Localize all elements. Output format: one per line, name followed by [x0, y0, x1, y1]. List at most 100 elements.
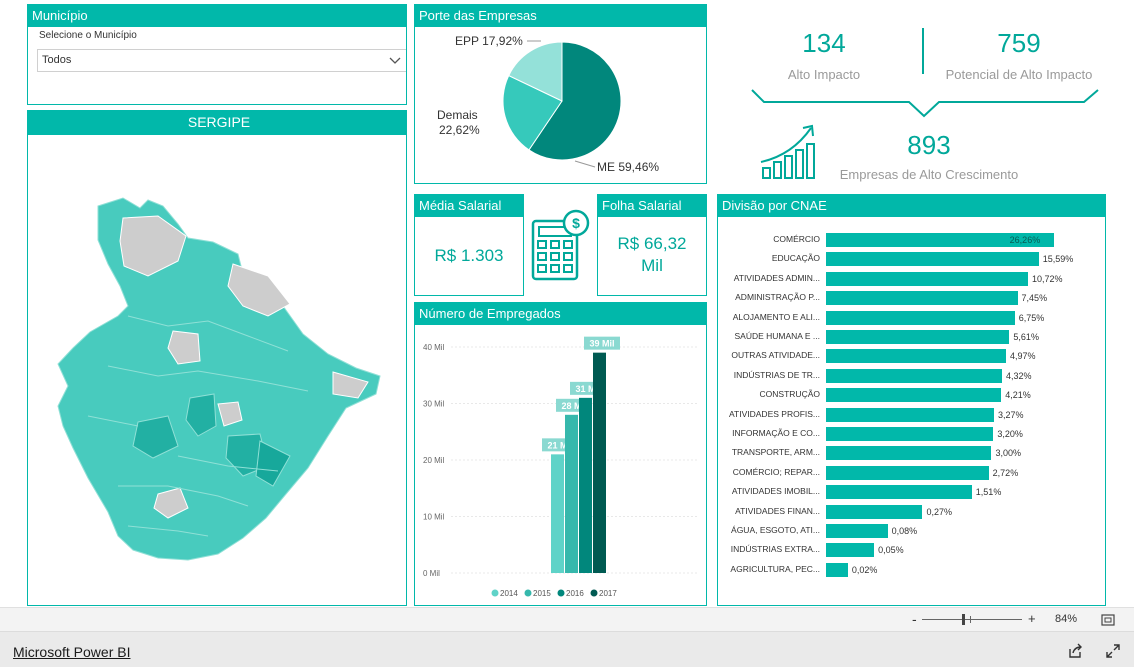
cnae-value-label: 4,97% — [1009, 351, 1036, 362]
porte-pie-chart[interactable]: EPP 17,92% Demais 22,62% ME 59,46% — [415, 27, 707, 184]
cnae-category-label: OUTRAS ATIVIDADE... — [731, 350, 820, 361]
media-salarial-title: Média Salarial — [415, 195, 523, 217]
cnae-category-label: EDUCAÇÃO — [771, 253, 820, 264]
cnae-value-label: 15,59% — [1042, 254, 1074, 265]
cnae-category-label: TRANSPORTE, ARM... — [731, 447, 820, 458]
media-salarial-panel: Média Salarial R$ 1.303 — [414, 194, 524, 296]
sergipe-map[interactable] — [28, 136, 406, 606]
municipio-select-label: Selecione o Município — [39, 30, 137, 41]
cnae-value-label: 6,75% — [1018, 312, 1045, 323]
cnae-bar[interactable] — [826, 427, 994, 441]
cnae-value-label: 0,05% — [878, 545, 904, 556]
cnae-bar[interactable] — [826, 310, 1015, 325]
emp-legend-marker — [590, 589, 598, 597]
zoom-slider[interactable] — [922, 614, 1022, 625]
powerbi-link[interactable]: Microsoft Power BI — [13, 644, 130, 660]
emp-legend-label: 2014 — [500, 589, 518, 598]
cnae-bar[interactable] — [826, 543, 875, 558]
cnae-bar[interactable] — [826, 368, 1002, 383]
potencial-value: 759 — [997, 28, 1041, 58]
emp-legend-marker — [524, 589, 532, 597]
powerbi-bottom-bar: Microsoft Power BI — [0, 631, 1134, 667]
cnae-bar[interactable] — [826, 485, 972, 500]
cnae-bar[interactable] — [826, 446, 992, 461]
municipio-dropdown[interactable]: Todos — [37, 49, 406, 72]
emp-bar-2016[interactable] — [579, 397, 592, 573]
cnae-category-label: CONSTRUÇÃO — [759, 389, 820, 400]
pie-label-demais-pct: 22,62% — [439, 123, 480, 137]
growth-chart-icon — [760, 124, 815, 179]
cnae-value-label: 0,02% — [851, 564, 878, 575]
zoom-out-button[interactable]: - — [912, 611, 917, 627]
pie-label-epp: EPP 17,92% — [455, 34, 523, 48]
cnae-bar[interactable] — [826, 252, 1039, 267]
folha-salarial-value: R$ 66,32 — [617, 234, 687, 253]
empregados-panel: Número de Empregados 0 Mil 10 Mil 20 Mil 30… — [414, 302, 707, 606]
share-icon[interactable] — [1067, 643, 1083, 659]
cnae-value-label: 3,00% — [995, 448, 1022, 459]
cnae-category-label: SAÚDE HUMANA E ... — [734, 331, 821, 341]
zoom-slider-thumb[interactable] — [962, 614, 965, 625]
alto-impacto-label: Alto Impacto — [787, 67, 861, 82]
alto-impacto-value: 134 — [802, 28, 846, 58]
cnae-bar[interactable] — [826, 465, 989, 480]
emp-ytick-label: 40 Mil — [423, 343, 445, 352]
fullscreen-icon[interactable] — [1105, 643, 1121, 659]
emp-data-label: 39 Mil — [589, 339, 614, 349]
cnae-bar[interactable] — [826, 504, 923, 519]
pie-leader-me — [574, 160, 596, 168]
municipio-slicer: Município Selecione o Município Todos — [27, 4, 407, 105]
cnae-category-label: INDÚSTRIAS EXTRA... — [730, 544, 820, 555]
emp-ytick-label: 0 Mil — [423, 569, 440, 578]
emp-legend-label: 2017 — [599, 589, 617, 598]
cnae-category-label: COMÉRCIO — [773, 234, 820, 244]
cnae-bar[interactable] — [826, 524, 888, 538]
cnae-value-label: 3,27% — [997, 409, 1024, 420]
potencial-label: Potencial de Alto Impacto — [945, 67, 1093, 82]
pie-label-demais: Demais — [437, 108, 478, 122]
emp-ytick-label: 20 Mil — [423, 456, 445, 465]
crescimento-value: 893 — [907, 130, 951, 160]
emp-bar-2017[interactable] — [593, 352, 606, 573]
zoom-in-button[interactable]: + — [1028, 611, 1036, 626]
cnae-bar[interactable] — [826, 291, 1018, 306]
cnae-value-label: 5,61% — [1013, 332, 1039, 342]
cnae-bar[interactable] — [826, 330, 1010, 344]
cnae-category-label: AGRICULTURA, PEC... — [730, 563, 820, 574]
zoom-slider-center-tick — [970, 616, 971, 623]
cnae-category-label: ATIVIDADES FINAN... — [735, 505, 820, 516]
cnae-category-label: ALOJAMENTO E ALI... — [732, 311, 820, 322]
emp-legend-label: 2016 — [566, 589, 584, 598]
emp-legend-marker — [557, 589, 565, 597]
cnae-category-label: ATIVIDADES ADMIN... — [733, 272, 820, 283]
cnae-value-label: 26,26% — [1009, 235, 1041, 245]
empregados-bar-chart[interactable]: 0 Mil10 Mil20 Mil30 Mil40 Mil21 Mil28 Mi… — [415, 325, 706, 605]
svg-text:$: $ — [572, 215, 580, 231]
cnae-title: Divisão por CNAE — [718, 195, 1105, 217]
pie-label-me: ME 59,46% — [597, 160, 659, 174]
emp-bar-2015[interactable] — [565, 414, 578, 573]
cnae-category-label: ATIVIDADES PROFIS... — [729, 408, 820, 419]
cnae-value-label: 4,32% — [1005, 370, 1032, 381]
calculator-icon: $ — [531, 209, 590, 281]
cnae-value-label: 1,51% — [975, 487, 1002, 498]
cnae-bar-chart[interactable]: COMÉRCIO 26,26% EDUCAÇÃO 15,59% ATIVIDADES A… — [718, 217, 1105, 605]
cnae-category-label: INFORMAÇÃO E CO... — [732, 428, 820, 438]
crescimento-label: Empresas de Alto Crescimento — [839, 167, 1019, 182]
cnae-bar[interactable] — [826, 388, 1002, 403]
folha-salarial-unit: Mil — [641, 256, 663, 275]
cnae-bar[interactable] — [826, 407, 994, 422]
cnae-category-label: INDÚSTRIAS DE TR... — [733, 369, 820, 380]
cnae-bar[interactable] — [826, 349, 1006, 364]
cnae-bar[interactable] — [826, 562, 848, 577]
porte-title: Porte das Empresas — [415, 5, 706, 27]
kpi-divider — [922, 28, 924, 74]
emp-bar-2014[interactable] — [551, 454, 564, 573]
municipio-dropdown-value: Todos — [42, 54, 72, 66]
zoom-bar: - + 84% — [0, 607, 1134, 631]
fit-to-page-icon[interactable] — [1101, 614, 1115, 626]
map-region-main — [57, 197, 381, 561]
cnae-bar[interactable] — [826, 271, 1028, 286]
cnae-category-label: ATIVIDADES IMOBIL... — [731, 486, 820, 497]
cnae-panel: Divisão por CNAE COMÉRCIO 26,26% EDUCAÇÃO 1… — [717, 194, 1106, 606]
